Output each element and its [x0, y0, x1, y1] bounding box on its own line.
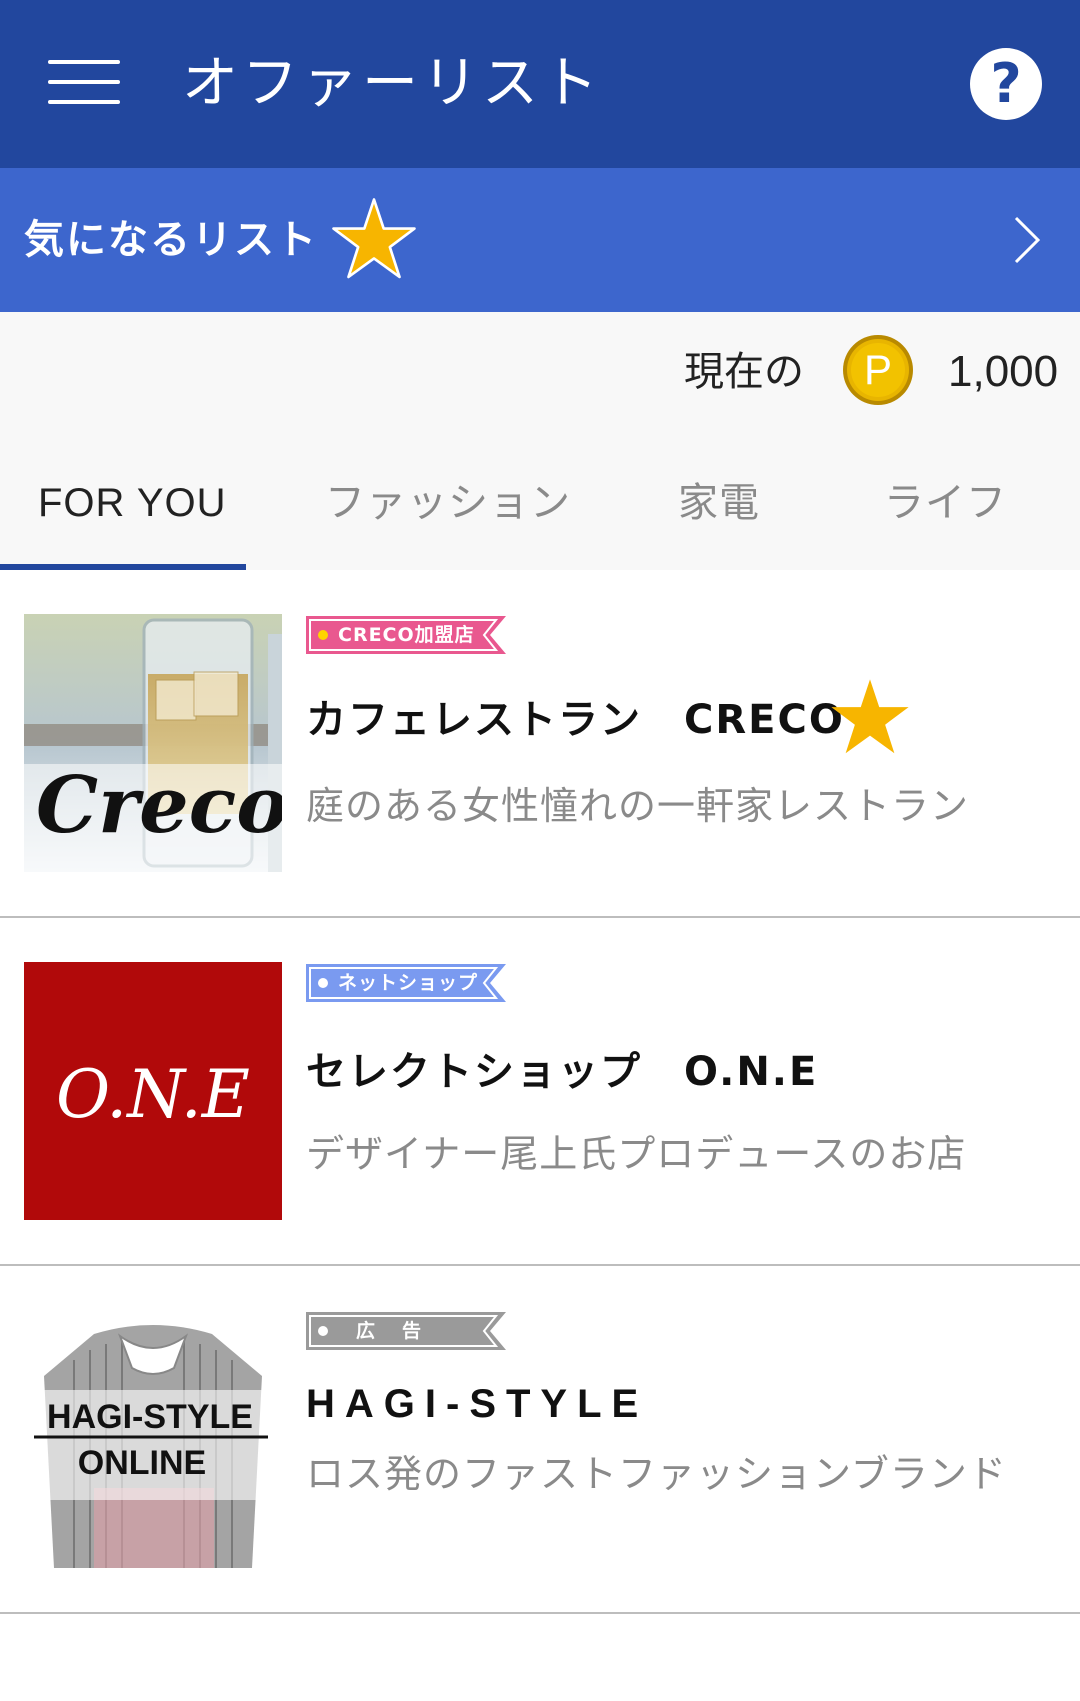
- list-item[interactable]: HAGI-STYLE ONLINE 広 告 HAGI-STYLE ロス発のファス…: [0, 1266, 1080, 1614]
- tab-fashion[interactable]: ファッション: [325, 468, 571, 538]
- points-value: 1,000: [948, 347, 1059, 396]
- star-icon: [332, 198, 416, 279]
- chevron-right-icon: [1014, 216, 1041, 264]
- offer-title: セレクトショップ O.N.E: [306, 1049, 819, 1095]
- thumb-logo-line2: ONLINE: [78, 1444, 206, 1482]
- page-title: オファーリスト: [182, 51, 602, 116]
- favorites-list-button[interactable]: 気になるリスト: [0, 168, 1080, 312]
- offer-thumbnail: O.N.E: [24, 962, 282, 1220]
- offer-description: 庭のある女性憧れの一軒家レストラン: [306, 784, 970, 828]
- thumb-logo-text: O.N.E: [56, 1056, 250, 1133]
- points-label: 現在の: [684, 349, 804, 395]
- list-item[interactable]: O.N.E ネットショップ セレクトショップ O.N.E デザイナー尾上氏プロデ…: [0, 918, 1080, 1266]
- shop-type-badge: ネットショップ: [338, 972, 479, 994]
- points-display: 現在の P 1,000: [0, 312, 1080, 432]
- point-coin-icon: P: [843, 335, 913, 405]
- favorites-label: 気になるリスト: [24, 217, 318, 263]
- offer-title: カフェレストラン CRECO: [306, 697, 845, 743]
- thumb-logo-line1: HAGI-STYLE: [47, 1398, 253, 1436]
- offer-thumbnail: Creco: [24, 614, 282, 872]
- offer-description: デザイナー尾上氏プロデュースのお店: [306, 1132, 967, 1176]
- offer-thumbnail: HAGI-STYLE ONLINE: [24, 1310, 282, 1568]
- category-tabs: FOR YOU ファッション 家電 ライフ: [0, 432, 1080, 570]
- help-icon[interactable]: ?: [970, 48, 1042, 120]
- list-item[interactable]: Creco CRECO加盟店 カフェレストラン CRECO 庭のある女性憧れの一…: [0, 570, 1080, 918]
- app-bar: オファーリスト ?: [0, 0, 1080, 168]
- tab-for-you[interactable]: FOR YOU: [38, 468, 227, 538]
- tab-appliances[interactable]: 家電: [678, 468, 760, 538]
- shop-type-badge: CRECO加盟店: [338, 624, 475, 646]
- tab-life[interactable]: ライフ: [884, 468, 1007, 538]
- offer-title: HAGI-STYLE: [306, 1382, 649, 1426]
- coin-letter: P: [864, 346, 892, 393]
- hamburger-menu-icon[interactable]: [48, 58, 120, 106]
- offer-description: ロス発のファストファッションブランド: [306, 1452, 1007, 1496]
- thumb-logo-text: Creco: [36, 760, 282, 851]
- ad-badge: 広 告: [356, 1320, 426, 1342]
- favorite-star-icon[interactable]: [828, 676, 912, 760]
